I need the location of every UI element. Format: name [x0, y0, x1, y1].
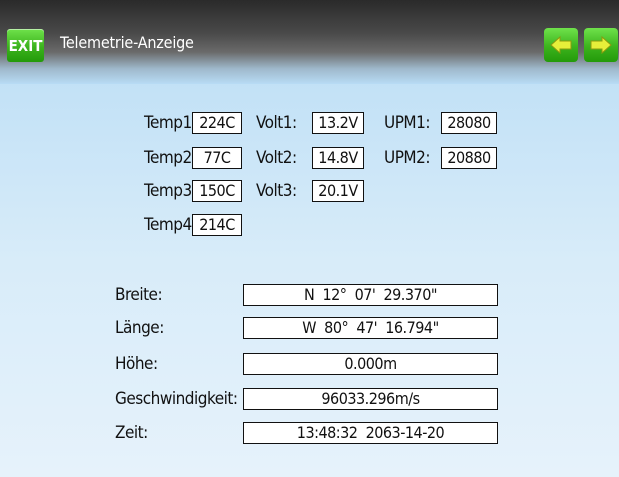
- temp4-label: Temp4:: [144, 215, 197, 235]
- upm2-label: UPM2:: [384, 148, 431, 168]
- arrow-left-icon: [550, 36, 572, 54]
- altitude-value: 0.000m: [243, 353, 498, 375]
- volt3-label: Volt3:: [256, 181, 297, 201]
- title-bar: EXIT Telemetrie-Anzeige: [0, 0, 619, 84]
- upm1-value: 28080: [441, 112, 497, 134]
- temp2-value: 77C: [192, 147, 242, 169]
- volt1-label: Volt1:: [256, 113, 297, 133]
- temp3-value: 150C: [192, 180, 242, 202]
- temp3-label: Temp3:: [144, 181, 197, 201]
- volt2-label: Volt2:: [256, 148, 297, 168]
- temp4-value: 214C: [192, 214, 242, 236]
- longitude-label: Länge:: [115, 318, 164, 338]
- latitude-value: N 12° 07' 29.370": [243, 284, 498, 306]
- exit-button[interactable]: EXIT: [7, 29, 44, 62]
- previous-page-button[interactable]: [544, 28, 578, 62]
- volt2-value: 14.8V: [312, 147, 364, 169]
- altitude-label: Höhe:: [115, 354, 158, 374]
- volt3-value: 20.1V: [312, 180, 364, 202]
- volt1-value: 13.2V: [312, 112, 364, 134]
- time-label: Zeit:: [115, 423, 148, 443]
- next-page-button[interactable]: [584, 28, 618, 62]
- page-title: Telemetrie-Anzeige: [60, 33, 194, 52]
- telemetry-screen: EXIT Telemetrie-Anzeige Temp1: 224C Temp…: [0, 0, 619, 477]
- upm2-value: 20880: [441, 147, 497, 169]
- temp1-label: Temp1:: [144, 113, 197, 133]
- upm1-label: UPM1:: [384, 113, 431, 133]
- time-value: 13:48:32 2063-14-20: [243, 422, 498, 444]
- temp2-label: Temp2:: [144, 148, 197, 168]
- temp1-value: 224C: [192, 112, 242, 134]
- latitude-label: Breite:: [115, 285, 163, 305]
- speed-value: 96033.296m/s: [243, 388, 498, 410]
- arrow-right-icon: [590, 36, 612, 54]
- longitude-value: W 80° 47' 16.794": [243, 317, 498, 339]
- speed-label: Geschwindigkeit:: [115, 389, 238, 409]
